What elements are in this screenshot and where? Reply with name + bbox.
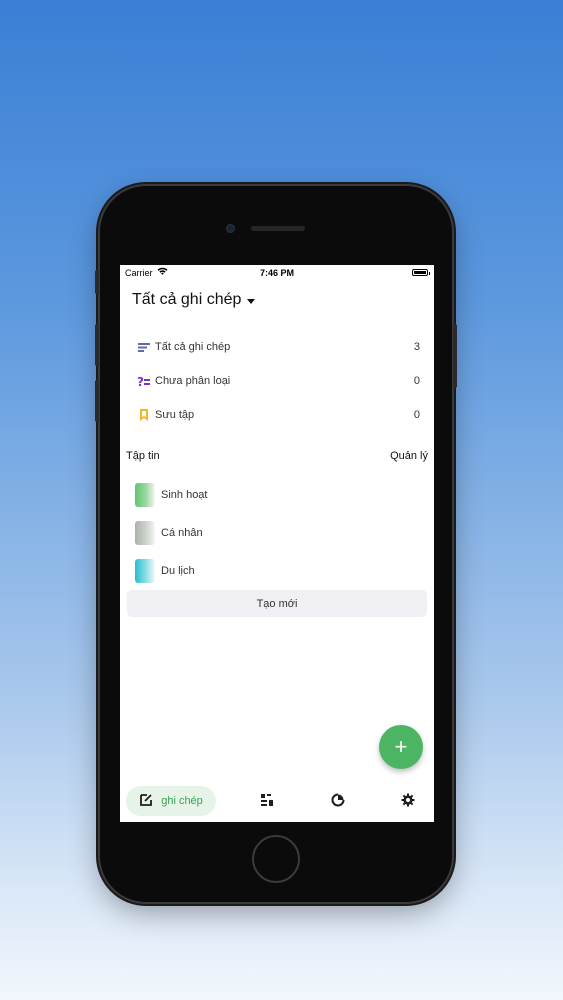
phone-frame: Carrier 7:46 PM Tất cả ghi chép Tất cả g… [95,186,457,902]
add-note-button[interactable]: + [379,725,423,769]
category-label: Chưa phân loại [155,375,231,387]
volume-down-button [95,380,99,422]
list-lines-icon [137,340,151,354]
svg-text:?: ? [137,375,144,388]
category-count: 0 [413,375,420,387]
category-all-notes[interactable]: Tất cả ghi chép 3 [137,337,420,357]
collection-label: Du lịch [161,565,195,577]
home-button[interactable] [252,835,300,883]
create-collection-button[interactable]: Tạo mới [127,590,427,617]
collection-item[interactable]: Cá nhân [135,521,203,545]
caret-down-icon [247,298,256,304]
collections-header: Tập tin Quản lý [126,450,428,462]
category-collection[interactable]: Sưu tập 0 [137,405,420,425]
collection-label: Sinh hoạt [161,489,208,501]
mute-switch [95,270,99,294]
app-screen: Carrier 7:46 PM Tất cả ghi chép Tất cả g… [120,265,434,822]
category-count: 3 [413,341,420,353]
category-count: 0 [413,409,420,421]
manage-button[interactable]: Quản lý [390,450,428,462]
scan-icon[interactable] [260,793,274,807]
collection-color-swatch [135,559,155,583]
category-label: Tất cả ghi chép [155,341,231,353]
tab-notes-label: ghi chép [161,795,203,807]
collections-title: Tập tin [126,450,160,462]
uncategorized-icon: ? [137,374,151,389]
collection-color-swatch [135,483,155,507]
power-button [453,324,457,388]
earpiece-speaker [251,226,305,231]
battery-icon [412,269,430,276]
plus-icon: + [394,734,408,759]
bookmark-icon [137,408,151,422]
bottom-tab-bar: ghi chép [120,783,434,819]
filter-dropdown[interactable]: Tất cả ghi chép [132,291,256,309]
status-time: 7:46 PM [259,268,294,278]
collection-item[interactable]: Sinh hoạt [135,483,207,507]
category-uncategorized[interactable]: ? Chưa phân loại 0 [137,371,420,391]
status-bar: Carrier 7:46 PM [120,265,434,281]
collection-color-swatch [135,521,155,545]
gear-icon[interactable] [401,793,415,807]
tab-notes[interactable]: ghi chép [126,786,216,816]
note-edit-icon [139,793,153,810]
collection-item[interactable]: Du lịch [135,559,195,583]
volume-up-button [95,324,99,366]
page-title: Tất cả ghi chép [132,291,242,308]
chart-icon[interactable] [331,793,345,807]
front-camera [226,224,235,233]
category-label: Sưu tập [155,409,195,421]
collection-label: Cá nhân [161,527,203,539]
